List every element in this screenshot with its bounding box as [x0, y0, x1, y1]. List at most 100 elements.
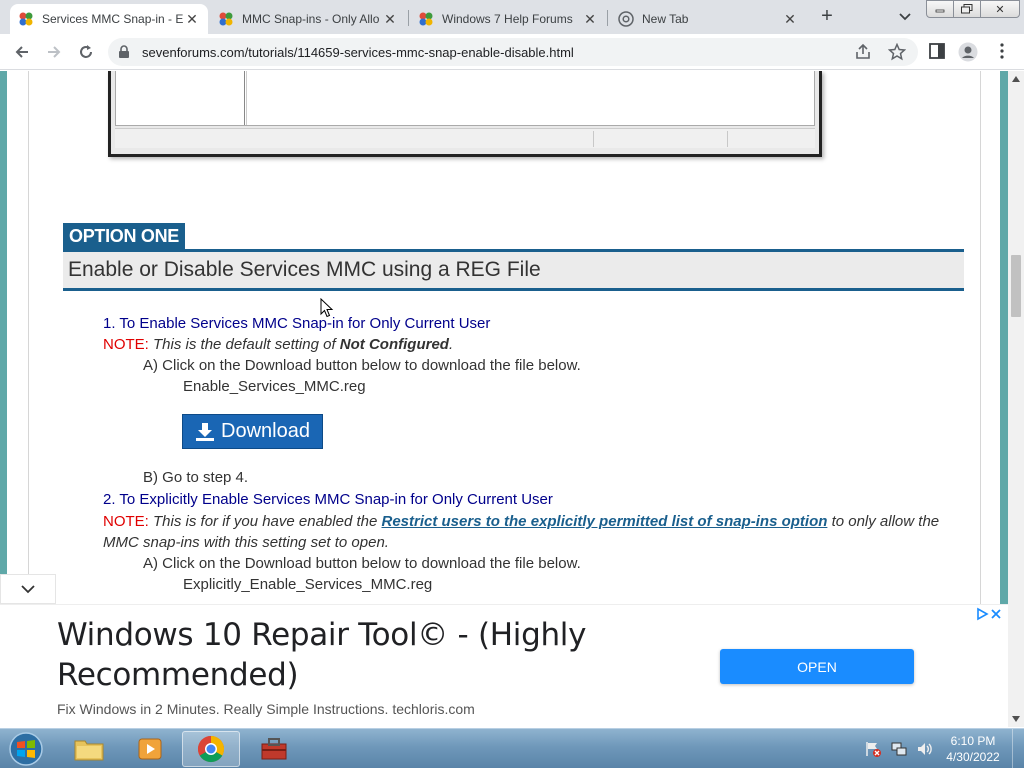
step-title: To Enable Services MMC Snap-in for Only … — [119, 315, 491, 332]
back-arrow-icon — [15, 46, 28, 58]
ad-choices[interactable] — [975, 607, 1003, 621]
tab-title: Services MMC Snap-in - E — [42, 12, 184, 26]
scroll-up-button[interactable] — [1008, 71, 1024, 87]
option-label: OPTION ONE — [63, 223, 186, 250]
clock-time: 6:10 PM — [950, 734, 996, 748]
system-tray — [862, 729, 940, 769]
profile-avatar-icon[interactable] — [958, 42, 978, 62]
collapse-ad-button[interactable] — [0, 574, 56, 604]
new-tab-button[interactable]: + — [815, 6, 839, 28]
menu-kebab-icon[interactable] — [994, 42, 1010, 60]
note-bold-text: Not Configured — [339, 336, 449, 353]
page-viewport: OPTION ONE Enable or Disable Services MM… — [0, 71, 1008, 604]
download-label: Download — [221, 420, 310, 442]
window-controls: ✕ — [926, 0, 1020, 18]
volume-icon — [918, 743, 932, 755]
tab-divider — [607, 10, 608, 26]
ad-open-button[interactable]: OPEN — [720, 649, 914, 684]
reload-button[interactable] — [74, 40, 98, 64]
tab-title: New Tab — [642, 12, 689, 26]
step-1-filename: Enable_Services_MMC.reg — [183, 378, 366, 395]
taskbar-toolbox[interactable] — [245, 731, 303, 767]
step-number: 2. — [103, 491, 116, 508]
chrome-icon — [618, 11, 634, 27]
browser-toolbar: sevenforums.com/tutorials/114659-service… — [0, 34, 1024, 70]
step-1-heading: 1. To Enable Services MMC Snap-in for On… — [103, 315, 490, 332]
lock-icon[interactable] — [118, 45, 130, 59]
network-icon — [891, 742, 907, 756]
restore-icon — [961, 4, 973, 14]
sevenforums-favicon-icon — [419, 12, 433, 26]
close-ad-icon[interactable] — [989, 607, 1003, 621]
start-button-icon[interactable] — [6, 731, 46, 767]
taskbar-explorer[interactable] — [60, 731, 118, 767]
step-2-filename: Explicitly_Enable_Services_MMC.reg — [183, 576, 433, 593]
minimize-icon — [935, 9, 945, 13]
restore-button[interactable] — [953, 0, 981, 18]
taskbar-clock[interactable]: 6:10 PM 4/30/2022 — [935, 733, 1011, 765]
note-text: This is for if you have enabled the — [153, 513, 378, 530]
status-segment — [593, 131, 594, 147]
taskbar-media-player[interactable] — [121, 731, 179, 767]
right-page-border — [1000, 71, 1008, 604]
restrict-users-link[interactable]: Restrict users to the explicitly permitt… — [381, 513, 827, 530]
note-text-continued: to only allow the — [831, 513, 940, 530]
step-2-note-line2: MMC snap-ins with this setting set to op… — [103, 534, 389, 551]
step-1-instruction-b: B) Go to step 4. — [143, 469, 249, 486]
tray-action-center[interactable] — [862, 738, 884, 760]
toolbox-icon — [261, 738, 287, 760]
tab-new-tab[interactable]: New Tab ✕ — [610, 4, 806, 34]
tab-mmc-snapins[interactable]: MMC Snap-ins - Only Allo ✕ — [210, 4, 406, 34]
scrollbar-thumb[interactable] — [1011, 255, 1021, 317]
close-tab-icon[interactable]: ✕ — [382, 11, 398, 28]
show-desktop-button[interactable] — [1012, 729, 1024, 769]
folder-icon — [74, 740, 104, 761]
scroll-up-arrow-icon — [1012, 76, 1020, 82]
sevenforums-favicon-icon — [19, 12, 33, 26]
forward-button[interactable] — [42, 40, 66, 64]
clock-date: 4/30/2022 — [946, 750, 1000, 764]
screenshot-statusbar — [115, 128, 815, 148]
download-button[interactable]: Download — [182, 414, 323, 449]
tab-search-chevron-icon[interactable] — [895, 8, 915, 26]
close-tab-icon[interactable]: ✕ — [582, 11, 598, 28]
address-bar[interactable]: sevenforums.com/tutorials/114659-service… — [108, 38, 918, 66]
share-icon[interactable] — [854, 43, 872, 61]
sevenforums-favicon-icon — [219, 12, 233, 26]
tab-services-mmc[interactable]: Services MMC Snap-in - E ✕ — [10, 4, 208, 34]
close-icon: ✕ — [995, 3, 1005, 16]
close-tab-icon[interactable]: ✕ — [184, 11, 200, 28]
taskbar-chrome[interactable] — [182, 731, 240, 767]
forward-arrow-icon — [48, 46, 61, 58]
media-player-icon — [138, 738, 162, 760]
minimize-button[interactable] — [926, 0, 954, 18]
embedded-screenshot — [108, 71, 822, 157]
tray-network[interactable] — [888, 738, 910, 760]
url-text[interactable]: sevenforums.com/tutorials/114659-service… — [142, 45, 574, 60]
step-1-note: NOTE: This is the default setting of Not… — [103, 336, 453, 353]
flag-error-icon — [866, 742, 881, 757]
tab-windows7-forums[interactable]: Windows 7 Help Forums ✕ — [410, 4, 606, 34]
tray-volume[interactable] — [914, 738, 936, 760]
ad-description[interactable]: Fix Windows in 2 Minutes. Really Simple … — [57, 701, 475, 717]
left-page-border — [0, 71, 7, 604]
step-title: To Explicitly Enable Services MMC Snap-i… — [119, 491, 553, 508]
note-text: This is the default setting of — [153, 336, 336, 353]
close-window-button[interactable]: ✕ — [980, 0, 1020, 18]
scroll-down-button[interactable] — [1008, 711, 1024, 727]
step-2-heading: 2. To Explicitly Enable Services MMC Sna… — [103, 491, 553, 508]
adchoices-icon[interactable] — [975, 607, 989, 621]
bookmark-star-icon[interactable] — [888, 43, 906, 61]
tab-title: MMC Snap-ins - Only Allo — [242, 12, 380, 26]
note-label: NOTE: — [103, 336, 149, 353]
mouse-cursor-icon — [320, 298, 334, 318]
screenshot-pane — [115, 71, 815, 126]
close-tab-icon[interactable]: ✕ — [782, 11, 798, 28]
ad-title[interactable]: Windows 10 Repair Tool© - (Highly Recomm… — [57, 615, 657, 695]
back-button[interactable] — [10, 40, 34, 64]
tab-strip: Services MMC Snap-in - E ✕ MMC Snap-ins … — [0, 0, 1024, 34]
option-heading: Enable or Disable Services MMC using a R… — [63, 249, 964, 291]
page-scrollbar[interactable] — [1008, 71, 1024, 727]
side-panel-icon[interactable] — [928, 42, 946, 60]
step-2-note: NOTE: This is for if you have enabled th… — [103, 513, 939, 530]
